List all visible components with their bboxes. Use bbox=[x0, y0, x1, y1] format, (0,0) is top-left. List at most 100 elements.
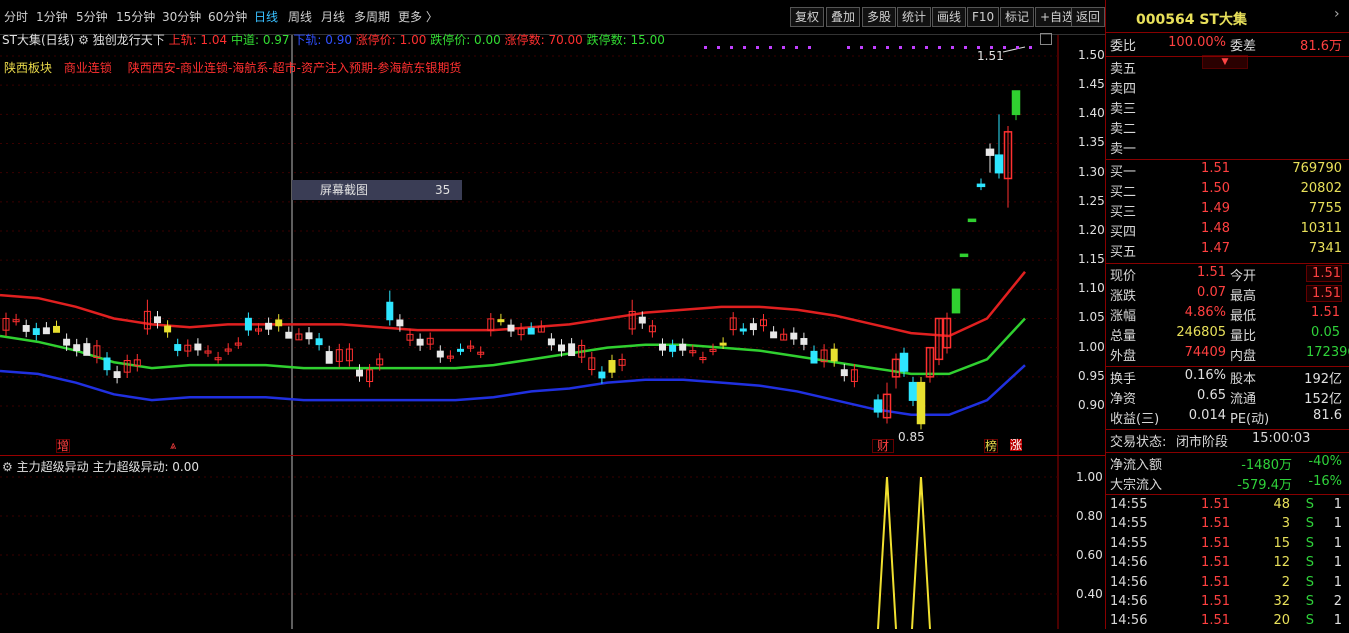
sell-level-1[interactable]: 卖一 bbox=[1110, 138, 1346, 158]
sell-level-2[interactable]: 卖二 bbox=[1110, 118, 1346, 138]
sector-line: 陕西板块 商业连锁 陕西西安-商业连锁-海航系-超市-资产注入预期-参海航东银期… bbox=[4, 59, 461, 76]
legend-limit-up-price: 涨停价: 1.00 bbox=[355, 33, 427, 47]
tick-count: 1 bbox=[1333, 497, 1342, 512]
tick-row: 14:55 1.51 48 S 1 bbox=[1110, 497, 1346, 517]
trade-status-time: 15:00:03 bbox=[1252, 431, 1311, 446]
period-tab-60min[interactable]: 60分钟 bbox=[208, 8, 247, 25]
f10-button[interactable]: F10 bbox=[967, 7, 1000, 27]
quote-row: 涨跌 0.07 最高 1.51 bbox=[1110, 285, 1346, 305]
sector-label[interactable]: 陕西板块 bbox=[4, 61, 52, 75]
quote-value: 4.86% bbox=[1184, 305, 1226, 320]
tick-volume: 20 bbox=[1273, 613, 1290, 629]
period-tab-fenshi[interactable]: 分时 bbox=[4, 8, 28, 25]
candle-body bbox=[659, 343, 666, 351]
buy-level-2[interactable]: 买二 1.50 20802 bbox=[1110, 181, 1346, 201]
tick-price: 1.51 bbox=[1201, 535, 1230, 551]
low-price-marker: 0.85 bbox=[898, 430, 925, 444]
buy-level-4[interactable]: 买四 1.48 10311 bbox=[1110, 221, 1346, 241]
candle-body bbox=[749, 323, 757, 331]
limit-dot bbox=[899, 46, 902, 49]
buy-label: 买三 bbox=[1110, 205, 1137, 220]
event-tag-bang[interactable]: 榜 bbox=[984, 439, 999, 453]
multi-stock-button[interactable]: 多股 bbox=[862, 7, 897, 27]
sell-level-3[interactable]: 卖三 bbox=[1110, 98, 1346, 118]
candle-body bbox=[790, 332, 798, 340]
maximize-icon[interactable] bbox=[1040, 33, 1052, 45]
tick-count: 2 bbox=[1333, 594, 1342, 609]
candle-body bbox=[265, 322, 273, 330]
period-tab-multi[interactable]: 多周期 bbox=[354, 8, 390, 25]
candle-body bbox=[810, 350, 818, 364]
candle-body bbox=[275, 319, 283, 327]
period-tab-15min[interactable]: 15分钟 bbox=[116, 8, 155, 25]
quote-value: 74409 bbox=[1184, 345, 1226, 360]
period-tab-30min[interactable]: 30分钟 bbox=[162, 8, 201, 25]
stats-button[interactable]: 统计 bbox=[897, 7, 932, 27]
price-axis-tick: 1.20 bbox=[1078, 222, 1105, 237]
kline-svg bbox=[0, 35, 1059, 455]
sell-level-4[interactable]: 卖四 bbox=[1110, 78, 1346, 98]
period-tab-5min[interactable]: 5分钟 bbox=[76, 8, 108, 25]
candle-body bbox=[908, 381, 918, 401]
legend-limit-down-count: 跌停数: 15.00 bbox=[586, 33, 665, 47]
kline-chart-area[interactable]: ST大集(日线) ⚙ 独创龙行天下 上轨: 1.04 中道: 0.97 下轨: … bbox=[0, 33, 1105, 455]
concept-label[interactable]: 商业连锁 bbox=[64, 61, 112, 75]
mark-button[interactable]: 标记 bbox=[1000, 7, 1035, 27]
tick-row: 14:56 1.51 2 S 1 bbox=[1110, 575, 1346, 595]
tick-side: S bbox=[1305, 516, 1314, 532]
period-tab-1min[interactable]: 1分钟 bbox=[36, 8, 68, 25]
quote-row: 外盘 74409 内盘 172396 bbox=[1110, 345, 1349, 365]
fuquan-button[interactable]: 复权 bbox=[790, 7, 825, 27]
quote-label: 涨幅 bbox=[1110, 309, 1137, 324]
panel-chevron-icon[interactable]: › bbox=[1334, 6, 1340, 22]
quote-label: 总量 bbox=[1110, 329, 1137, 344]
quote-label: 内盘 bbox=[1230, 349, 1257, 364]
event-tag-zeng[interactable]: 增 bbox=[56, 439, 71, 453]
buy-level-1[interactable]: 买一 1.51 769790 bbox=[1110, 161, 1346, 181]
price-axis-tick: 1.25 bbox=[1078, 193, 1105, 208]
event-tag-cai[interactable]: 财 bbox=[872, 439, 895, 453]
event-tag-zhang[interactable]: 涨 bbox=[1010, 439, 1023, 451]
quote-value: 0.07 bbox=[1197, 285, 1226, 300]
limit-dot bbox=[938, 46, 941, 49]
limit-dot bbox=[847, 46, 850, 49]
sub-spike-1 bbox=[877, 476, 897, 629]
candle-body bbox=[315, 338, 323, 346]
sub-indicator-value: 主力超级异动: 0.00 bbox=[92, 460, 200, 474]
indicator-subchart[interactable]: ⚙ 主力超级异动 主力超级异动: 0.00 1.00 0.80 0.60 0.4… bbox=[0, 456, 1105, 629]
buy-level-5[interactable]: 买五 1.47 7341 bbox=[1110, 241, 1346, 261]
sell-level-5[interactable]: 卖五 bbox=[1110, 58, 1346, 78]
period-tab-monthly[interactable]: 月线 bbox=[321, 8, 345, 25]
quote-value: 246805 bbox=[1176, 325, 1226, 340]
sub-indicator-title[interactable]: 主力超级异动 bbox=[17, 460, 89, 474]
overlay-button[interactable]: 叠加 bbox=[826, 7, 861, 27]
candle-body bbox=[416, 338, 424, 346]
back-button[interactable]: 返回 bbox=[1071, 7, 1106, 27]
tick-side: S bbox=[1305, 574, 1314, 590]
sub-gear-icon[interactable]: ⚙ bbox=[2, 460, 13, 474]
tick-time: 14:56 bbox=[1110, 555, 1148, 571]
stock-title: 000564 ST大集 bbox=[1136, 9, 1247, 29]
candle-body bbox=[951, 288, 961, 314]
quote-label: 量比 bbox=[1230, 329, 1257, 344]
legend-limit-down-price: 跌停价: 0.00 bbox=[430, 33, 501, 47]
indicator-name[interactable]: 独创龙行天下 bbox=[93, 33, 165, 47]
price-axis-tick: 1.05 bbox=[1078, 310, 1105, 325]
tick-volume: 12 bbox=[1273, 555, 1290, 571]
limit-dot bbox=[925, 46, 928, 49]
draw-button[interactable]: 画线 bbox=[932, 7, 967, 27]
period-tab-weekly[interactable]: 周线 bbox=[288, 8, 312, 25]
indicator-gear-icon[interactable]: ⚙ bbox=[78, 33, 89, 47]
flow-pct: -16% bbox=[1308, 474, 1342, 489]
tick-volume: 48 bbox=[1273, 497, 1290, 512]
candle-body bbox=[42, 327, 50, 335]
period-tab-more[interactable]: 更多 〉 bbox=[398, 8, 438, 25]
fundamental-row: 净资 0.65 流通 152亿 bbox=[1110, 388, 1346, 408]
candle-body bbox=[916, 381, 926, 425]
buy-level-3[interactable]: 买三 1.49 7755 bbox=[1110, 201, 1346, 221]
sell-label: 卖四 bbox=[1110, 82, 1137, 97]
tick-side: S bbox=[1305, 535, 1314, 551]
period-tab-daily[interactable]: 日线 bbox=[254, 8, 278, 25]
event-marker-icon[interactable]: ⩓ bbox=[170, 439, 176, 453]
buy-price: 1.48 bbox=[1201, 221, 1230, 236]
